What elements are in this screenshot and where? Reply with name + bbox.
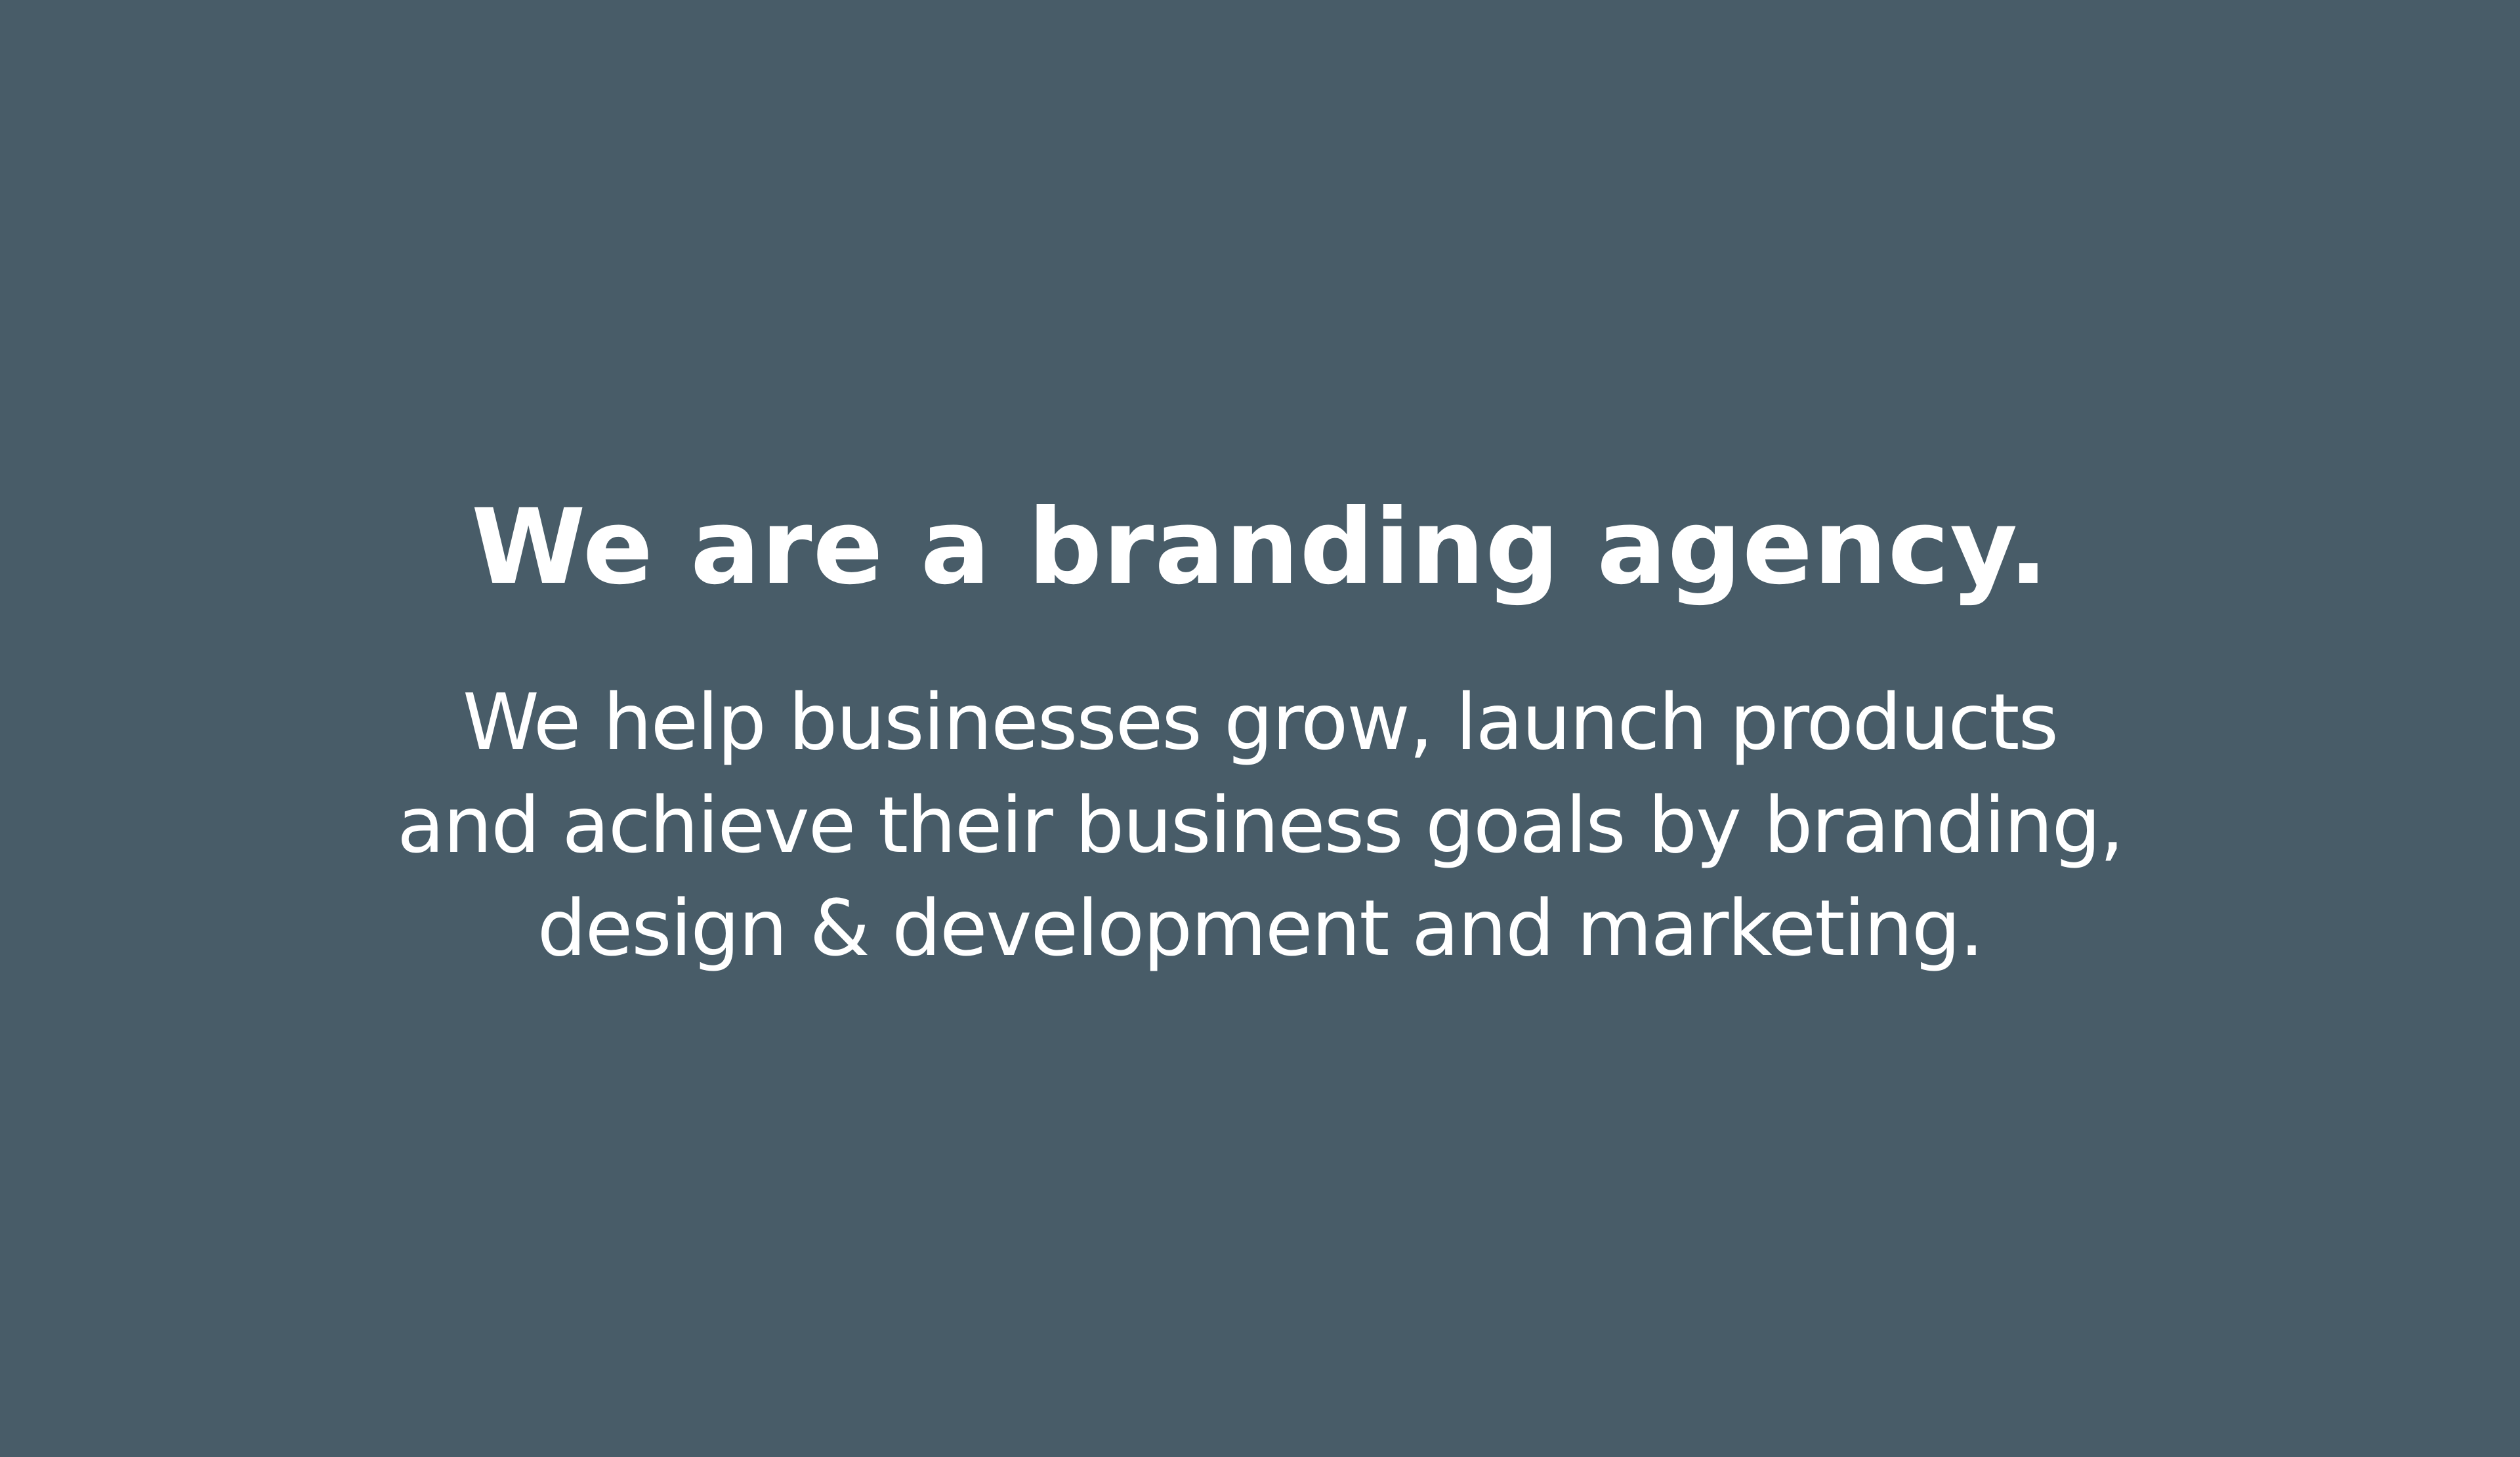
hero-description: We help businesses grow, launch products…	[0, 671, 2520, 980]
hero-description-line-3: design & development and marketing.	[537, 883, 1984, 973]
hero-description-line-1: We help businesses grow, launch products	[462, 677, 2059, 767]
hero-headline: We are a branding agency.	[471, 487, 2049, 608]
hero-description-line-2: and achieve their business goals by bran…	[397, 780, 2124, 870]
hero-section: We are a branding agency. We help busine…	[0, 0, 2520, 1457]
